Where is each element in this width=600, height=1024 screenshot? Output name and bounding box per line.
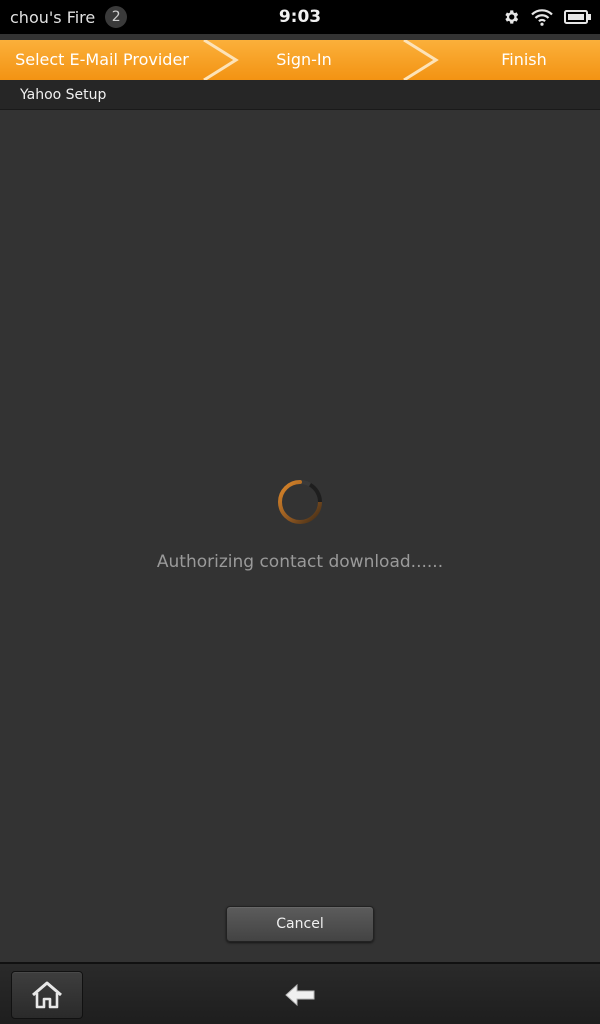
status-icons <box>502 0 592 34</box>
battery-icon <box>564 9 592 25</box>
wizard-step-finish: Finish <box>501 50 547 69</box>
gear-icon[interactable] <box>502 8 520 26</box>
back-arrow-icon <box>285 983 315 1007</box>
back-button[interactable] <box>264 971 336 1019</box>
wizard-steps-bar: Select E-Mail Provider Sign-In Finish <box>0 40 600 80</box>
step-chevron-icon <box>403 40 439 80</box>
page-title: Yahoo Setup <box>20 87 107 103</box>
wizard-step-select-provider: Select E-Mail Provider <box>15 50 189 69</box>
setup-header: Yahoo Setup <box>0 80 600 110</box>
notification-badge[interactable]: 2 <box>105 6 128 28</box>
wizard-step-sign-in: Sign-In <box>276 50 332 69</box>
bottom-nav-bar <box>0 962 600 1024</box>
loading-spinner-icon <box>278 480 322 524</box>
status-message: Authorizing contact download...... <box>156 552 444 572</box>
home-icon <box>32 981 62 1009</box>
status-bar: chou's Fire 2 9:03 <box>0 0 600 34</box>
cancel-button[interactable]: Cancel <box>226 906 374 942</box>
status-left: chou's Fire 2 <box>10 0 128 34</box>
device-name[interactable]: chou's Fire <box>10 8 95 27</box>
home-button[interactable] <box>11 971 83 1019</box>
wifi-icon <box>530 8 554 26</box>
